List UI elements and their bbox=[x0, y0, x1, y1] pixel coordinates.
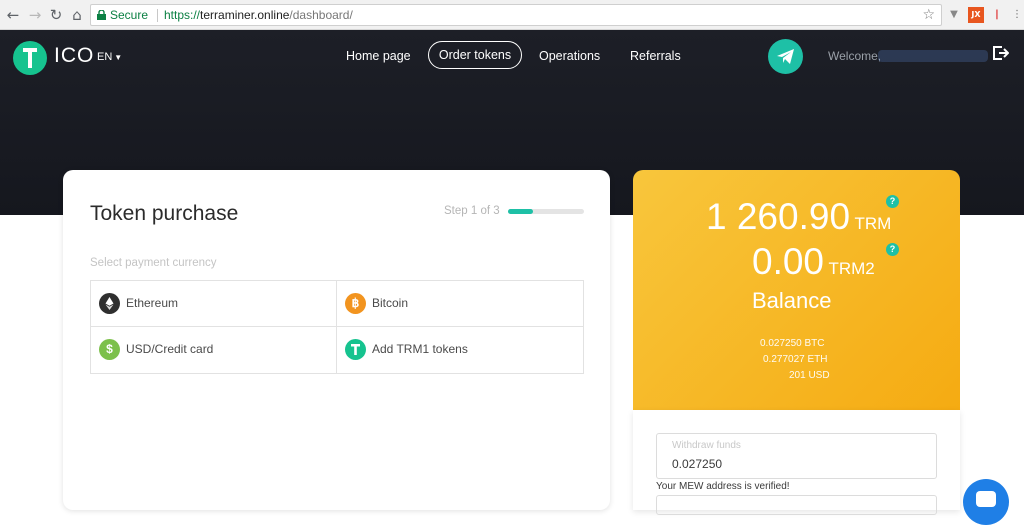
trm-balance: 1 260.90 TRM bbox=[706, 196, 891, 238]
currency-option-trm1[interactable]: Add TRM1 tokens bbox=[337, 327, 583, 373]
browser-chrome: ← → ↻ ⌂ Secure https://terraminer.online… bbox=[0, 0, 1024, 30]
logo-icon[interactable] bbox=[13, 41, 47, 75]
ethereum-icon bbox=[99, 293, 120, 314]
url-host: terraminer.online bbox=[200, 8, 290, 22]
nav-home[interactable]: Home page bbox=[346, 49, 411, 63]
omnibox-divider bbox=[157, 9, 158, 22]
currency-option-usd[interactable]: $ USD/Credit card bbox=[91, 327, 337, 373]
option-label: USD/Credit card bbox=[126, 342, 214, 356]
btc-balance: 0.027250 BTC bbox=[760, 338, 825, 349]
currency-option-ethereum[interactable]: Ethereum bbox=[91, 281, 337, 327]
user-name-blurred bbox=[878, 50, 988, 62]
withdraw-input[interactable]: Withdraw funds 0.027250 bbox=[656, 433, 937, 479]
url-text[interactable]: https://terraminer.online/dashboard/ bbox=[164, 5, 353, 25]
extension-icon[interactable]: ▼ bbox=[946, 7, 962, 23]
nav-order-tokens[interactable]: Order tokens bbox=[428, 41, 522, 69]
balance-label: Balance bbox=[752, 288, 832, 313]
url-path: /dashboard/ bbox=[289, 8, 353, 22]
menu-dots-icon[interactable]: ⋮ bbox=[1012, 7, 1022, 23]
address-input[interactable] bbox=[656, 495, 937, 515]
trm2-balance-value: 0.00 bbox=[752, 241, 825, 282]
forward-icon[interactable]: → bbox=[26, 6, 44, 24]
url-scheme: https:// bbox=[164, 8, 201, 22]
verified-message: Your MEW address is verified! bbox=[656, 481, 790, 492]
bookmark-star-icon[interactable]: ☆ bbox=[922, 5, 935, 25]
currency-option-bitcoin[interactable]: ฿ Bitcoin bbox=[337, 281, 583, 327]
currency-grid: Ethereum ฿ Bitcoin $ USD/Credit card Add… bbox=[90, 280, 584, 374]
option-label: Bitcoin bbox=[372, 296, 409, 310]
chat-button[interactable] bbox=[963, 479, 1009, 525]
logo-text[interactable]: ICO bbox=[54, 44, 94, 68]
trm-help-icon[interactable]: ? bbox=[886, 195, 899, 208]
card-title: Token purchase bbox=[90, 202, 239, 225]
address-bar[interactable]: Secure https://terraminer.online/dashboa… bbox=[90, 4, 942, 26]
nav-referrals[interactable]: Referrals bbox=[630, 49, 681, 63]
back-icon[interactable]: ← bbox=[4, 6, 22, 24]
chevron-down-icon: ▼ bbox=[114, 53, 123, 62]
select-currency-label: Select payment currency bbox=[90, 257, 217, 269]
language-selector[interactable]: EN ▼ bbox=[97, 51, 122, 63]
logout-icon[interactable] bbox=[993, 46, 1009, 60]
telegram-button[interactable] bbox=[768, 39, 803, 74]
step-indicator: Step 1 of 3 bbox=[444, 205, 500, 217]
trm2-help-icon[interactable]: ? bbox=[886, 243, 899, 256]
withdraw-value: 0.027250 bbox=[672, 457, 723, 471]
dollar-icon: $ bbox=[99, 339, 120, 360]
red-extension-icon[interactable]: | bbox=[994, 7, 1000, 23]
withdraw-placeholder: Withdraw funds bbox=[672, 440, 741, 451]
lock-icon bbox=[97, 10, 106, 20]
language-label: EN bbox=[97, 51, 113, 63]
chat-icon bbox=[976, 491, 996, 507]
jx-extension-icon[interactable]: JX bbox=[968, 7, 984, 23]
bitcoin-icon: ฿ bbox=[345, 293, 366, 314]
option-label: Add TRM1 tokens bbox=[372, 342, 468, 356]
home-icon[interactable]: ⌂ bbox=[68, 6, 86, 24]
trm-balance-value: 1 260.90 bbox=[706, 196, 851, 237]
step-progress-fill bbox=[508, 209, 534, 214]
eth-balance: 0.277027 ETH bbox=[763, 354, 828, 365]
reload-icon[interactable]: ↻ bbox=[47, 6, 65, 24]
trm-balance-unit: TRM bbox=[854, 214, 892, 233]
secure-label: Secure bbox=[110, 8, 149, 22]
welcome-text: Welcome, bbox=[828, 49, 882, 63]
usd-balance: 201 USD bbox=[789, 370, 830, 381]
option-label: Ethereum bbox=[126, 296, 179, 310]
trm2-balance: 0.00 TRM2 bbox=[752, 241, 875, 283]
trm2-balance-unit: TRM2 bbox=[828, 259, 875, 278]
telegram-icon bbox=[777, 49, 794, 64]
nav-operations[interactable]: Operations bbox=[539, 49, 600, 63]
token-purchase-card: Token purchase Step 1 of 3 Select paymen… bbox=[63, 170, 610, 510]
trm-token-icon bbox=[345, 339, 366, 360]
step-progress-bar bbox=[508, 209, 584, 214]
